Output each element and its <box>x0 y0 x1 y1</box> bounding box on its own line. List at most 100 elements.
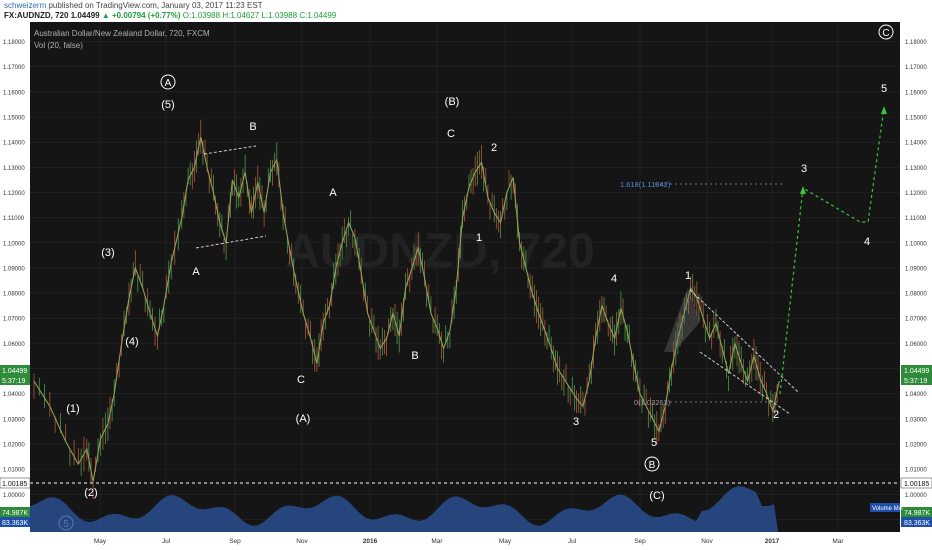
level-tag-text: 1.00185 <box>2 481 27 488</box>
wave-label: 4 <box>611 273 617 285</box>
wave-label: B <box>411 350 418 362</box>
wave-label: (B) <box>445 96 460 108</box>
vol-ma-tag-text: 74.987K <box>2 510 28 517</box>
x-tick-label: 2016 <box>363 538 378 545</box>
vol-ma-tag-text: 74.987K <box>904 510 930 517</box>
y-tick-label: 1.17000 <box>3 65 25 71</box>
timer-tag-text: 5:37:19 <box>904 378 927 385</box>
y-tick-label: 1.10000 <box>905 241 927 247</box>
x-tick-label: Mar <box>832 538 844 545</box>
y-tick-label: 1.01000 <box>3 468 25 474</box>
y-tick-label: 1.14000 <box>3 141 25 147</box>
y-tick-label: 1.07000 <box>3 317 25 323</box>
x-tick-label: Jul <box>162 538 171 545</box>
fib-lower-label: 0(1.03263) <box>634 398 671 407</box>
wave-label: A <box>192 266 200 278</box>
y-tick-label: 1.16000 <box>905 90 927 96</box>
symbol-watermark: AUDNZD, 720 <box>285 225 594 278</box>
wave-label: 2 <box>773 409 779 421</box>
y-tick-label: 1.00000 <box>905 493 927 499</box>
y-tick-label: 1.10000 <box>3 241 25 247</box>
right-price-axis[interactable] <box>900 22 932 532</box>
y-tick-label: 1.12000 <box>905 191 927 197</box>
y-tick-label: 1.09000 <box>905 266 927 272</box>
symbol-label[interactable]: FX:AUDNZD, 720 <box>4 11 68 20</box>
y-tick-label: 1.06000 <box>905 342 927 348</box>
y-tick-label: 1.14000 <box>905 141 927 147</box>
publish-info: schweizerm published on TradingView.com,… <box>4 1 263 10</box>
chart-header: schweizerm published on TradingView.com,… <box>0 0 932 22</box>
x-tick-label: Nov <box>701 538 713 545</box>
y-tick-label: 1.11000 <box>905 216 927 222</box>
x-tick-label: Mar <box>431 538 443 545</box>
y-tick-label: 1.08000 <box>905 292 927 298</box>
x-tick-label: Nov <box>296 538 308 545</box>
circled-wave-label: A <box>165 78 172 89</box>
x-tick-label: Sep <box>634 538 646 545</box>
y-tick-label: 1.15000 <box>905 116 927 122</box>
chart-canvas[interactable]: 1.18000 1.17000 1.16000 1.15000 1.14000 1.130… <box>0 22 932 550</box>
wave-label: 3 <box>573 416 579 428</box>
low-value: L:1.03988 <box>261 11 298 20</box>
last-price-tag-text: 1.04499 <box>2 368 27 375</box>
y-tick-label: 1.08000 <box>3 292 25 298</box>
y-tick-label: 1.03000 <box>905 417 927 423</box>
close-value: C:1.04499 <box>299 11 337 20</box>
wave-label: C <box>447 128 455 140</box>
wave-label: 5 <box>651 437 657 449</box>
y-tick-label: 1.06000 <box>3 342 25 348</box>
x-tick-label: May <box>499 538 512 545</box>
circled-wave-label: B <box>649 460 656 471</box>
level-tag-text: 1.00185 <box>904 481 929 488</box>
fib-upper-label: 1.618(1.11842) <box>620 180 671 189</box>
high-value: H:1.04627 <box>222 11 260 20</box>
y-tick-label: 1.15000 <box>3 116 25 122</box>
wave-label: 1 <box>685 270 691 282</box>
symbol-info: FX:AUDNZD, 720 1.04499 ▲ +0.00794 (+0.77… <box>4 11 336 20</box>
wave-label: 4 <box>864 236 870 248</box>
wave-label: C <box>297 374 305 386</box>
x-tick-label: May <box>94 538 107 545</box>
wave-label: (A) <box>296 413 311 425</box>
y-tick-label: 1.07000 <box>905 317 927 323</box>
left-price-axis[interactable] <box>0 22 30 532</box>
y-tick-label: 1.03000 <box>3 417 25 423</box>
y-tick-label: 1.12000 <box>3 191 25 197</box>
volume-ma-badge-text: Volume MA <box>872 506 903 512</box>
open-value: O:1.03988 <box>182 11 221 20</box>
y-tick-label: 1.18000 <box>3 40 25 46</box>
y-tick-label: 1.16000 <box>3 90 25 96</box>
volume-indicator-label[interactable]: Vol (20, false) <box>34 41 83 50</box>
publisher-link[interactable]: schweizerm <box>4 1 46 10</box>
wave-label: 5 <box>881 83 887 95</box>
timer-tag-text: 5:37:19 <box>2 378 25 385</box>
wave-label: (5) <box>161 99 174 111</box>
y-tick-label: 1.01000 <box>905 468 927 474</box>
y-tick-label: 1.00000 <box>3 493 25 499</box>
y-tick-label: 1.17000 <box>905 65 927 71</box>
y-tick-label: 1.02000 <box>3 442 25 448</box>
y-tick-label: 1.04000 <box>905 392 927 398</box>
vol-tag-text: 83.363K <box>904 520 930 527</box>
last-price: 1.04499 <box>70 11 100 20</box>
y-tick-label: 1.18000 <box>905 40 927 46</box>
wave-label: (3) <box>101 247 114 259</box>
y-tick-label: 1.04000 <box>3 392 25 398</box>
y-tick-label: 1.09000 <box>3 266 25 272</box>
y-tick-label: 1.13000 <box>3 166 25 172</box>
published-text: published on TradingView.com, January 03… <box>48 1 263 10</box>
wave-label: (4) <box>125 336 138 348</box>
wave-label: B <box>249 121 256 133</box>
wave-label: 3 <box>801 163 807 175</box>
y-tick-label: 1.11000 <box>3 216 25 222</box>
wave-label: (2) <box>84 487 97 499</box>
circled-wave-label: 5 <box>63 519 69 530</box>
price-change: ▲ +0.00794 (+0.77%) <box>101 11 181 20</box>
chart-title: Australian Dollar/New Zealand Dollar, 72… <box>34 29 210 38</box>
wave-label: 1 <box>476 232 482 244</box>
y-tick-label: 1.13000 <box>905 166 927 172</box>
vol-tag-text: 83.363K <box>2 520 28 527</box>
wave-label: 2 <box>491 142 497 154</box>
wave-label: (C) <box>649 490 664 502</box>
wave-label: A <box>329 187 337 199</box>
